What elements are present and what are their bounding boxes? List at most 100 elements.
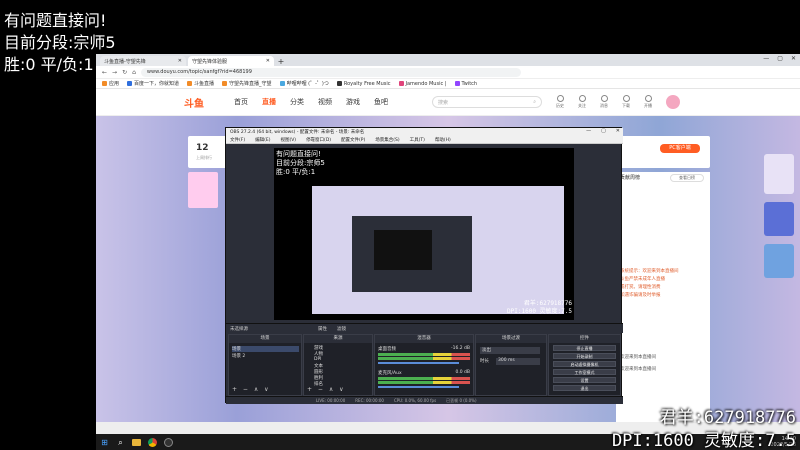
close-tab-icon[interactable]: ✕: [178, 58, 182, 64]
chat-message: 欢迎来到本直播间: [620, 367, 656, 372]
scenes-dock: 场景 场景 场景 2 + − ∧ ∨: [228, 334, 302, 396]
menu-profile[interactable]: 配置文件(P): [341, 137, 365, 143]
no-source-label: 未选择源: [230, 326, 248, 332]
bookmarks-bar: 应用 百度一下，你就知道 斗鱼直播 守望先锋直播_守望 哔哩哔哩 (゜-゜)つ …: [96, 79, 800, 89]
maximize-button[interactable]: ▢: [601, 128, 606, 134]
menu-help[interactable]: 帮助(H): [435, 137, 451, 143]
reload-icon[interactable]: ↻: [122, 69, 127, 76]
bookmark-item[interactable]: 哔哩哔哩 (゜-゜)つ: [279, 80, 329, 87]
mixer-channel-name: 麦克风/Aux: [378, 371, 402, 376]
site-search-input[interactable]: 搜索 ⌕: [432, 96, 542, 108]
volume-meter: [378, 353, 470, 356]
bookmark-label: 斗鱼直播: [194, 81, 215, 87]
bookmark-item[interactable]: Royalty Free Music: [336, 81, 391, 87]
scene-item[interactable]: 场景 2: [232, 353, 245, 359]
nav-fishbar[interactable]: 鱼吧: [374, 97, 388, 107]
bookmark-icon: [279, 81, 285, 86]
bookmark-icon: [454, 81, 460, 86]
browser-tab-2[interactable]: 守望先锋体验服 ✕: [188, 56, 274, 66]
dock-toolbar[interactable]: + − ∧ ∨: [307, 386, 346, 393]
follower-label: 上周排行: [196, 155, 212, 160]
user-avatar[interactable]: [666, 95, 680, 109]
chat-message: 斗鱼严禁未成年人直播: [620, 277, 665, 282]
site-logo[interactable]: 斗鱼: [184, 95, 204, 110]
forward-icon[interactable]: →: [112, 69, 117, 76]
menu-tools[interactable]: 工具(T): [410, 137, 425, 143]
home-icon[interactable]: ⌂: [132, 69, 136, 76]
minimize-button[interactable]: —: [586, 128, 591, 134]
stop-streaming-button[interactable]: 停止直播: [553, 345, 616, 351]
nav-live[interactable]: 直播: [262, 97, 276, 107]
streamer-avatar[interactable]: [188, 172, 218, 208]
follow-icon[interactable]: 关注: [578, 95, 586, 109]
bookmark-icon: [127, 81, 133, 86]
bookmark-item[interactable]: 守望先锋直播_守望: [222, 80, 272, 87]
menu-file[interactable]: 文件(F): [230, 137, 245, 143]
dock-title: 场景过渡: [476, 335, 546, 343]
duration-label: 时长: [480, 359, 489, 364]
controls-dock: 控件 停止直播 开始录制 启动虚拟摄像机 工作室模式 设置 退出: [548, 334, 621, 396]
close-button[interactable]: ✕: [616, 128, 620, 134]
promo-sidebar: [758, 154, 800, 334]
search-icon[interactable]: ⌕: [116, 438, 125, 447]
exit-button[interactable]: 退出: [553, 385, 616, 391]
menu-docks[interactable]: 停靠窗口(D): [306, 137, 331, 143]
bookmark-item[interactable]: 百度一下，你就知道: [127, 80, 179, 87]
obs-icon[interactable]: [164, 437, 173, 447]
url-input[interactable]: www.douyu.com/topic/sanfgf?rid=468199: [140, 67, 521, 77]
nav-video[interactable]: 视频: [318, 97, 332, 107]
bookmark-item[interactable]: Twitch: [454, 81, 477, 87]
start-recording-button[interactable]: 开始录制: [553, 353, 616, 359]
properties-button[interactable]: 属性: [318, 326, 327, 332]
address-bar: ← → ↻ ⌂ www.douyu.com/topic/sanfgf?rid=4…: [96, 66, 800, 79]
maximize-button[interactable]: ▢: [777, 55, 783, 62]
volume-slider[interactable]: [378, 386, 459, 388]
bookmark-item[interactable]: 斗鱼直播: [187, 80, 214, 87]
chrome-icon[interactable]: [148, 437, 157, 447]
message-icon[interactable]: 消息: [600, 95, 608, 109]
settings-button[interactable]: 设置: [553, 377, 616, 383]
back-icon[interactable]: ←: [102, 69, 107, 76]
filters-button[interactable]: 滤镜: [337, 326, 346, 332]
source-item[interactable]: DPI: [314, 357, 322, 362]
nav-home[interactable]: 首页: [234, 97, 248, 107]
download-icon[interactable]: 下载: [622, 95, 630, 109]
obs-preview[interactable]: 有问题直接问! 目前分段:宗师5 胜:0 平/负:1 君羊:627918776 …: [274, 148, 574, 320]
pc-client-button[interactable]: PC客户端: [660, 144, 700, 153]
menu-scene-collection[interactable]: 场景集合(S): [375, 137, 399, 143]
menu-edit[interactable]: 编辑(E): [255, 137, 270, 143]
go-live-icon[interactable]: 开播: [644, 95, 652, 109]
volume-slider[interactable]: [378, 362, 459, 364]
search-icon[interactable]: ⌕: [533, 99, 536, 105]
dock-toolbar[interactable]: + − ∧ ∨: [232, 386, 271, 393]
promo-card[interactable]: [764, 154, 794, 194]
rank-day-button[interactable]: 查看日榜: [670, 174, 704, 182]
chat-message: 如遇诈骗请及时举报: [620, 293, 661, 298]
minimize-button[interactable]: —: [763, 55, 769, 62]
rec-time: REC: 00:00:00: [355, 398, 384, 403]
bookmark-item[interactable]: Jamendo Music |: [398, 81, 447, 87]
file-explorer-icon[interactable]: [132, 438, 141, 446]
nav-category[interactable]: 分类: [290, 97, 304, 107]
windows-start-icon[interactable]: ⊞: [100, 438, 109, 447]
nav-games[interactable]: 游戏: [346, 97, 360, 107]
duration-input[interactable]: 300 ms: [496, 358, 540, 365]
dock-title: 控件: [549, 335, 620, 343]
studio-mode-button[interactable]: 工作室模式: [553, 369, 616, 375]
history-icon[interactable]: 历史: [556, 95, 564, 109]
obs-window: OBS 27.2.4 (64 bit, windows) - 配置文件: 未命名…: [225, 127, 623, 404]
transition-select[interactable]: 淡出: [480, 347, 540, 354]
menu-view[interactable]: 视图(V): [280, 137, 296, 143]
browser-tab-1[interactable]: 斗鱼直播-守望先锋 ✕: [100, 56, 186, 66]
promo-card[interactable]: [764, 244, 794, 278]
apps-icon: [102, 81, 107, 86]
new-tab-button[interactable]: +: [276, 57, 286, 66]
icon-label: 开播: [644, 103, 652, 108]
bookmark-item[interactable]: 应用: [102, 80, 119, 87]
virtual-camera-button[interactable]: 启动虚拟摄像机: [553, 361, 616, 367]
close-tab-icon[interactable]: ✕: [266, 58, 270, 64]
promo-card[interactable]: [764, 202, 794, 236]
source-toolbar: 未选择源 属性 滤镜: [226, 323, 623, 333]
scene-item[interactable]: 场景: [232, 346, 299, 352]
close-button[interactable]: ✕: [791, 55, 796, 62]
